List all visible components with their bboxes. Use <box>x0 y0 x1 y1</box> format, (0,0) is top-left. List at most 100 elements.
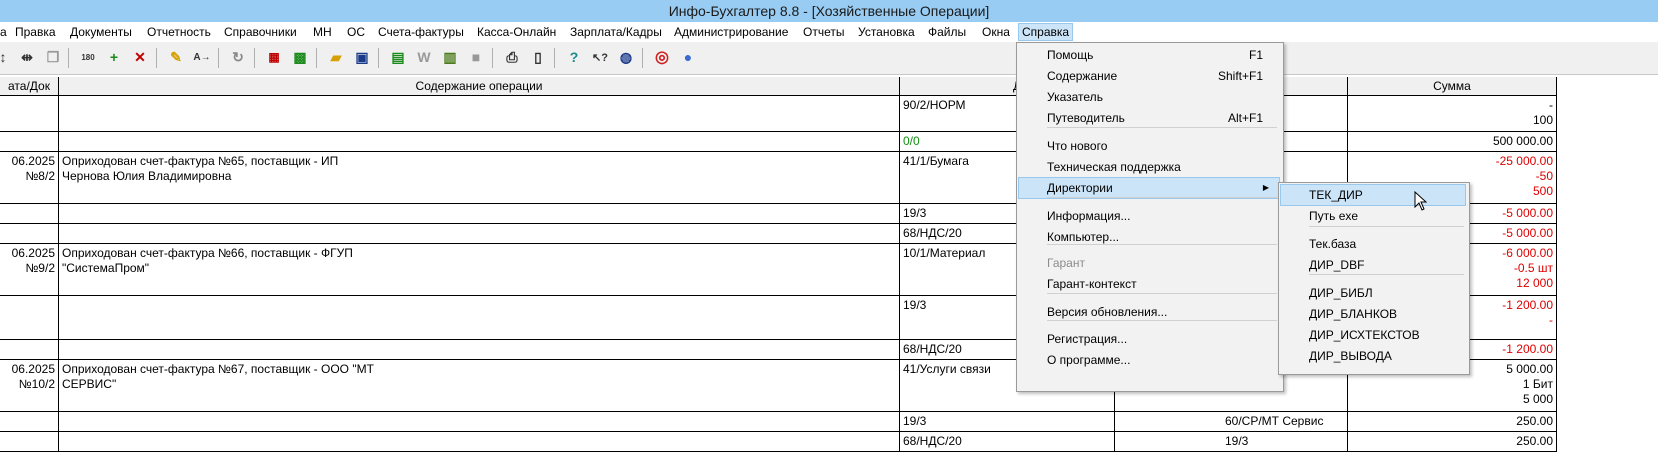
table-cell-credit[interactable]: 19/3 <box>1115 432 1348 452</box>
table-cell-date[interactable] <box>0 96 59 132</box>
table-cell-date[interactable] <box>0 224 59 244</box>
directory-menu-item-label: ДИР_БИБЛ <box>1309 286 1373 300</box>
table-cell-sum[interactable]: 500 000.00 <box>1348 132 1557 152</box>
menu-bar: а Правка Документы Отчетность Справочник… <box>0 22 1658 42</box>
help-icon[interactable]: ? <box>565 48 583 66</box>
directory-menu-item[interactable]: ДИР_ВЫВОДА <box>1281 346 1465 366</box>
directory-menu-item[interactable]: ТЕК_ДИР <box>1280 184 1466 206</box>
help-menu-item[interactable]: Директории ▶ <box>1018 177 1280 199</box>
compass-icon[interactable]: ◍ <box>617 48 635 66</box>
menu-os[interactable]: ОС <box>347 24 365 40</box>
help-menu-item-label: Регистрация... <box>1047 332 1128 346</box>
directory-menu-item[interactable]: Тек.база <box>1281 234 1465 254</box>
calendar-icon[interactable]: ▦ <box>265 48 283 66</box>
menu-documents[interactable]: Документы <box>70 24 132 40</box>
help-menu-item[interactable]: Помощь F1 <box>1019 45 1279 65</box>
menu-salary[interactable]: Зарплата/Кадры <box>570 24 662 40</box>
table-cell-sum[interactable]: 250.00 <box>1348 412 1557 432</box>
table-cell-content[interactable] <box>59 132 900 152</box>
menu-settings[interactable]: Установка <box>858 24 915 40</box>
table-cell-content[interactable] <box>59 224 900 244</box>
copy-icon[interactable]: ❐ <box>44 48 62 66</box>
menu-windows[interactable]: Окна <box>982 24 1010 40</box>
menu-mn[interactable]: МН <box>313 24 332 40</box>
help-menu-item[interactable]: Гарант <box>1019 253 1279 273</box>
preview-icon[interactable]: ▯ <box>529 48 547 66</box>
directory-menu-item[interactable]: ДИР_ИСХТЕКСТОВ <box>1281 325 1465 345</box>
menu-files[interactable]: Файлы <box>928 24 966 40</box>
menu-administration[interactable]: Администрирование <box>674 24 788 40</box>
replace-icon[interactable]: A→ <box>193 48 211 66</box>
help-menu-item[interactable]: Путеводитель Alt+F1 <box>1019 108 1279 128</box>
lifebuoy-icon[interactable]: ◎ <box>653 48 671 66</box>
window-title: Инфо-Бухгалтер 8.8 - [Хозяйственные Опер… <box>0 0 1658 22</box>
help-menu-item[interactable]: Информация... <box>1019 206 1279 226</box>
directory-menu-item[interactable]: ДИР_БИБЛ <box>1281 283 1465 303</box>
menu-cash-online[interactable]: Касса-Онлайн <box>477 24 556 40</box>
table-cell-content[interactable]: Оприходован счет-фактура №66, поставщик … <box>59 244 900 296</box>
table-cell-date[interactable]: 06.2025 №10/2 <box>0 360 59 412</box>
menu-file[interactable]: а <box>0 24 7 40</box>
table-cell-debit[interactable]: 68/НДС/20 <box>900 432 1115 452</box>
report-icon[interactable]: ▥ <box>441 48 459 66</box>
help-menu-item[interactable]: Содержание Shift+F1 <box>1019 66 1279 86</box>
menu-references[interactable]: Справочники <box>224 24 297 40</box>
menu-reporting[interactable]: Отчетность <box>147 24 211 40</box>
filter-icon[interactable]: ✎ <box>167 48 185 66</box>
table-cell-content[interactable] <box>59 340 900 360</box>
table-cell-content[interactable] <box>59 432 900 452</box>
table-cell-credit[interactable]: 60/СР/МТ Сервис <box>1115 412 1348 432</box>
help-menu-item-label: Указатель <box>1047 90 1103 104</box>
table-cell-content[interactable] <box>59 296 900 340</box>
table-cell-sum[interactable]: - 100 <box>1348 96 1557 132</box>
word-icon[interactable]: W <box>415 48 433 66</box>
menu-edit[interactable]: Правка <box>15 24 56 40</box>
menu-help[interactable]: Справка <box>1017 23 1074 41</box>
help-menu-item[interactable]: Указатель <box>1019 87 1279 107</box>
help-menu-item[interactable]: Версия обновления... <box>1019 302 1279 322</box>
delete-icon[interactable]: ✕ <box>131 48 149 66</box>
menu-reports[interactable]: Отчеты <box>803 24 844 40</box>
directory-menu-item[interactable]: Путь exe <box>1281 206 1465 226</box>
refresh-icon[interactable]: ↻ <box>229 48 247 66</box>
table-cell-date[interactable] <box>0 296 59 340</box>
table-cell-date[interactable]: 06.2025 №8/2 <box>0 152 59 204</box>
excel-icon[interactable]: ▤ <box>389 48 407 66</box>
header-date[interactable]: ата/Док <box>0 77 59 96</box>
save-icon[interactable]: ▣ <box>353 48 371 66</box>
table-cell-content[interactable] <box>59 204 900 224</box>
sort-icon[interactable]: ↕ <box>0 48 12 66</box>
table-cell-date[interactable] <box>0 412 59 432</box>
table-cell-date[interactable] <box>0 204 59 224</box>
table-cell-debit[interactable]: 19/3 <box>900 412 1115 432</box>
table-cell-content[interactable] <box>59 412 900 432</box>
directory-menu-item[interactable]: ДИР_DBF <box>1281 255 1465 275</box>
menu-invoices[interactable]: Счета-фактуры <box>378 24 464 40</box>
help-menu-item[interactable]: Регистрация... <box>1019 329 1279 349</box>
globe-icon[interactable]: ● <box>679 48 697 66</box>
table-cell-content[interactable] <box>59 96 900 132</box>
table-cell-content[interactable]: Оприходован счет-фактура №65, поставщик … <box>59 152 900 204</box>
calculator-icon[interactable]: ▩ <box>291 48 309 66</box>
help-menu-item[interactable]: Техническая поддержка <box>1019 157 1279 177</box>
table-cell-date[interactable] <box>0 132 59 152</box>
help-menu-item[interactable]: Что нового <box>1019 136 1279 156</box>
add-icon[interactable]: + <box>105 48 123 66</box>
open-icon[interactable]: ▰ <box>327 48 345 66</box>
header-sum[interactable]: Сумма <box>1348 77 1557 96</box>
help-menu-item[interactable]: Гарант-контекст <box>1019 274 1279 294</box>
table-cell-content[interactable]: Оприходован счет-фактура №67, поставщик … <box>59 360 900 412</box>
split-icon[interactable]: ⇹ <box>18 48 36 66</box>
help-menu-item[interactable]: О программе... <box>1019 350 1279 370</box>
directory-menu-item[interactable]: ДИР_БЛАНКОВ <box>1281 304 1465 324</box>
print-icon[interactable]: ⎙ <box>503 48 521 66</box>
context-help-icon[interactable]: ↖? <box>591 48 609 66</box>
table-cell-date[interactable] <box>0 432 59 452</box>
directory-menu-item-label: ТЕК_ДИР <box>1309 188 1363 202</box>
sort-180-icon[interactable]: 180 <box>79 48 97 66</box>
header-content[interactable]: Содержание операции <box>59 77 900 96</box>
table-cell-sum[interactable]: 250.00 <box>1348 432 1557 452</box>
table-cell-date[interactable]: 06.2025 №9/2 <box>0 244 59 296</box>
stop-icon[interactable]: ■ <box>467 48 485 66</box>
table-cell-date[interactable] <box>0 340 59 360</box>
